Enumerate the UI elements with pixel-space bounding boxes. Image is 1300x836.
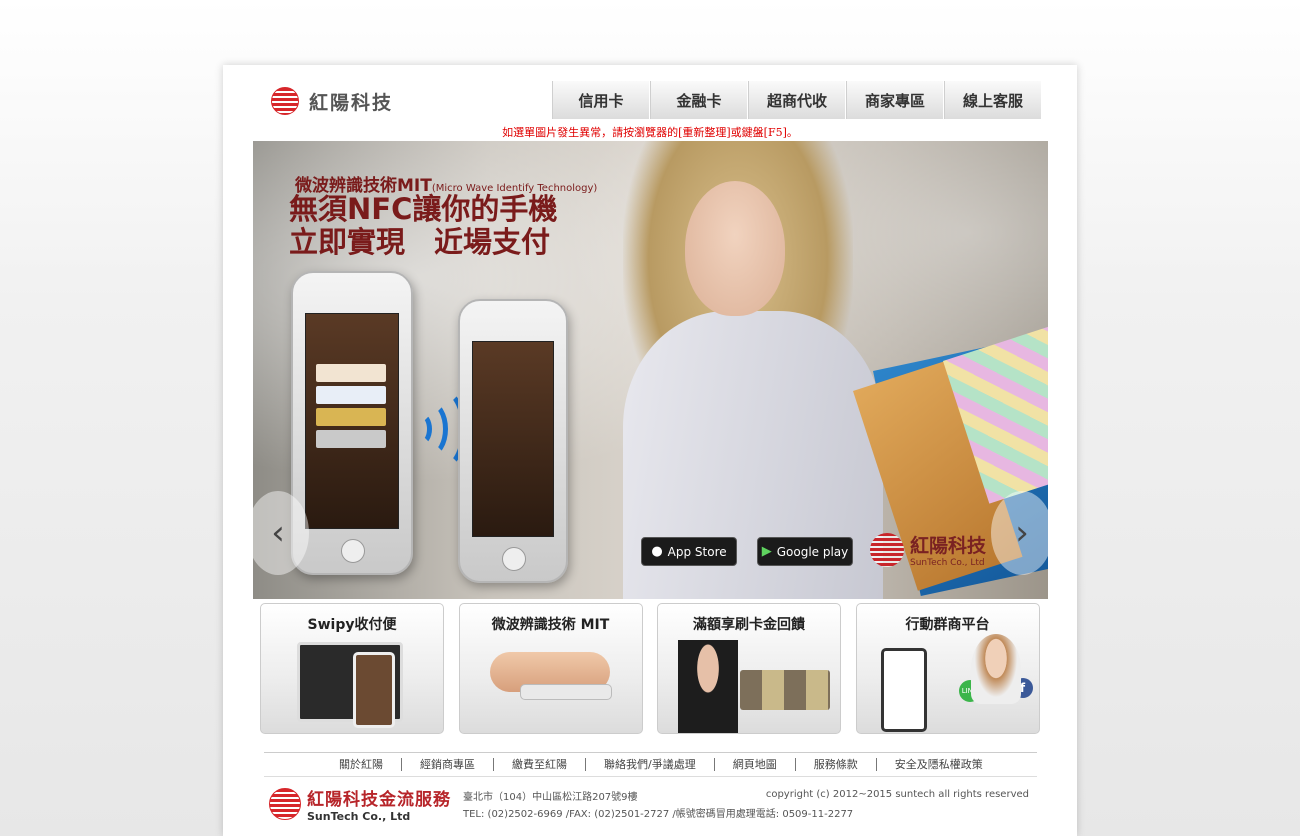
app-store-button[interactable]: ● App Store bbox=[641, 537, 737, 566]
google-play-button[interactable]: ▶ Google play bbox=[757, 537, 853, 566]
phone-home-button bbox=[341, 539, 365, 563]
phone-reader-image bbox=[458, 299, 568, 583]
footer-copyright: copyright (c) 2012~2015 suntech all righ… bbox=[765, 789, 1029, 800]
footer-link-terms[interactable]: 服務條款 bbox=[796, 758, 877, 771]
banner-next-arrow[interactable]: › bbox=[991, 491, 1048, 575]
footer-links: 關於紅陽 經銷商專區 繳費至紅陽 聯絡我們/爭議處理 網頁地圖 服務條款 安全及… bbox=[321, 758, 1001, 771]
model-face-image bbox=[685, 181, 785, 316]
nav-item-convenience-store[interactable]: 超商代收 bbox=[748, 81, 846, 119]
brand-logo[interactable]: 紅陽科技 bbox=[271, 87, 393, 115]
credit-cards-image bbox=[740, 670, 830, 710]
nav-item-merchant-area[interactable]: 商家專區 bbox=[846, 81, 944, 119]
tile-title: 行動群商平台 bbox=[905, 617, 990, 633]
brand-logo-icon bbox=[271, 87, 299, 115]
phone-wallet-screen bbox=[305, 313, 399, 529]
banner-headline-line1: 無須NFC讓你的手機 bbox=[289, 192, 558, 226]
phone-reader-screen bbox=[472, 341, 554, 537]
footer-link-privacy[interactable]: 安全及隱私權政策 bbox=[877, 758, 1001, 771]
google-play-label: Google play bbox=[776, 544, 849, 559]
banner-logo-name: 紅陽科技 bbox=[910, 535, 987, 557]
footer-divider bbox=[264, 776, 1037, 777]
banner-headline: 無須NFC讓你的手機 立即實現 近場支付 bbox=[289, 193, 557, 259]
nav-item-credit-card[interactable]: 信用卡 bbox=[552, 81, 650, 119]
tile-title: 微波辨識技術 MIT bbox=[491, 617, 610, 633]
refresh-notice: 如選單圖片發生異常，請按瀏覽器的[重新整理]或鍵盤[F5]。 bbox=[502, 126, 798, 139]
nav-item-online-service[interactable]: 線上客服 bbox=[944, 81, 1042, 119]
chevron-right-icon: › bbox=[1015, 513, 1029, 553]
footer-logo-name: 紅陽科技金流服務 bbox=[307, 790, 451, 810]
footer-link-about[interactable]: 關於紅陽 bbox=[321, 758, 402, 771]
banner-logo-en: SunTech Co., Ltd bbox=[910, 558, 985, 568]
phone-image bbox=[880, 648, 927, 732]
card-image bbox=[316, 408, 386, 426]
banner-logo-icon bbox=[870, 532, 904, 567]
footer-logo-icon bbox=[269, 788, 301, 820]
footer-logo-text: 紅陽科技金流服務 SunTech Co., Ltd bbox=[307, 785, 451, 823]
footer-link-sitemap[interactable]: 網頁地圖 bbox=[715, 758, 796, 771]
main-nav: 信用卡 金融卡 超商代收 商家專區 線上客服 bbox=[552, 81, 1042, 119]
app-store-label: App Store bbox=[667, 544, 727, 559]
footer-link-payment[interactable]: 繳費至紅陽 bbox=[494, 758, 586, 771]
nav-item-debit-card[interactable]: 金融卡 bbox=[650, 81, 748, 119]
model-image bbox=[970, 634, 1021, 704]
card-image bbox=[316, 386, 386, 404]
tile-swipy[interactable]: Swipy收付便 bbox=[260, 603, 444, 734]
hero-banner[interactable]: 微波辨識技術MIT(Micro Wave Identify Technology… bbox=[253, 141, 1048, 599]
card-image bbox=[316, 364, 386, 382]
card-image bbox=[316, 430, 386, 448]
play-icon: ▶ bbox=[761, 544, 772, 559]
banner-headline-line2: 立即實現 近場支付 bbox=[289, 225, 551, 259]
tile-mobile-platform[interactable]: 行動群商平台 LINE f bbox=[855, 603, 1040, 734]
tile-title: 滿額享刷卡金回饋 bbox=[693, 617, 805, 633]
feature-tiles: Swipy收付便 微波辨識技術 MIT 滿額享刷卡金回饋 行動群商平台 LINE… bbox=[260, 603, 1054, 734]
chevron-left-icon: ‹ bbox=[271, 513, 285, 553]
footer-contact: TEL: (02)2502-6969 /FAX: (02)2501-2727 /… bbox=[463, 809, 854, 820]
banner-brand-logo: 紅陽科技 SunTech Co., Ltd bbox=[870, 531, 986, 568]
footer-divider bbox=[264, 752, 1037, 753]
brand-name: 紅陽科技 bbox=[309, 91, 394, 114]
apple-icon: ● bbox=[651, 544, 663, 559]
tile-mit[interactable]: 微波辨識技術 MIT bbox=[458, 603, 643, 734]
tile-title: Swipy收付便 bbox=[307, 617, 397, 633]
page-container: 紅陽科技 信用卡 金融卡 超商代收 商家專區 線上客服 如選單圖片發生異常，請按… bbox=[223, 65, 1077, 836]
footer-link-contact[interactable]: 聯絡我們/爭議處理 bbox=[586, 758, 715, 771]
phone-image bbox=[519, 684, 612, 700]
phone-image bbox=[353, 652, 395, 728]
phone-home-button bbox=[502, 547, 526, 571]
footer-logo: 紅陽科技金流服務 SunTech Co., Ltd bbox=[269, 785, 451, 823]
footer-logo-en: SunTech Co., Ltd bbox=[307, 810, 411, 823]
footer-link-dealers[interactable]: 經銷商專區 bbox=[402, 758, 494, 771]
phone-wallet-image bbox=[291, 271, 413, 575]
model-image bbox=[678, 640, 738, 733]
banner-logo-text: 紅陽科技 SunTech Co., Ltd bbox=[910, 531, 986, 568]
tile-cashback[interactable]: 滿額享刷卡金回饋 bbox=[657, 603, 841, 734]
